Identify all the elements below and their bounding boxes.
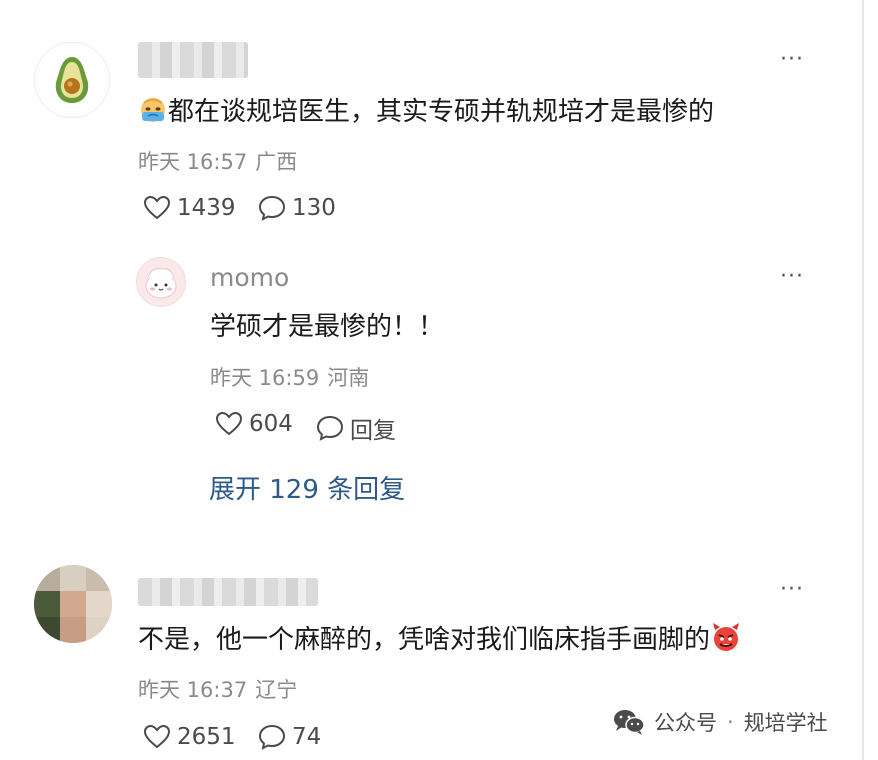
more-options-button[interactable]: ··· [780,266,804,288]
expand-replies-link[interactable]: 展开 129 条回复 [209,473,405,507]
reply-time: 昨天 16:59 [210,366,320,390]
comment-location: 广西 [255,150,298,174]
more-options-button[interactable]: ··· [780,579,804,601]
wechat-icon [614,710,645,735]
like-button[interactable]: 604 [215,411,293,437]
reply-button[interactable]: 130 [258,195,336,221]
like-button[interactable]: 2651 [143,724,236,750]
heart-icon [143,724,171,749]
comment-bubble-icon [258,724,286,750]
reply-button[interactable]: 74 [258,724,321,750]
comment-text: 不是，他一个麻醉的，凭啥对我们临床指手画脚的 [138,622,742,661]
reply-username[interactable]: momo [210,263,289,293]
cute-character-icon [145,268,177,299]
comment-text: 都在谈规培医生，其实专硕并轨规培才是最惨的 [138,94,714,133]
watermark-separator: · [727,710,734,734]
pixelated-photo-icon [34,565,112,643]
heart-icon [143,195,171,220]
reply-meta: 昨天 16:59 河南 [210,365,369,391]
reply-text: 学硕才是最惨的！！ [210,312,445,342]
comment-time: 昨天 16:57 [138,150,248,174]
comment-bubble-icon [258,195,286,221]
comment-location: 辽宁 [255,678,298,702]
blurred-username [138,42,248,78]
like-button[interactable]: 1439 [143,195,236,221]
avocado-icon [55,57,89,103]
reply-button[interactable]: 回复 [316,411,396,445]
reply-label: 回复 [350,418,396,444]
like-count: 2651 [177,724,236,750]
watermark-account: 规培学社 [743,711,828,735]
heart-icon [215,411,243,436]
comment-body: 不是，他一个麻醉的，凭啥对我们临床指手画脚的 [138,625,711,655]
wechat-watermark: 公众号 · 规培学社 [612,707,828,737]
blurred-username [138,578,318,606]
angry-devil-emoji-icon [710,622,742,661]
comment-time: 昨天 16:37 [138,678,248,702]
momo-avatar[interactable] [136,257,186,307]
comment-meta: 昨天 16:57 广西 [138,149,297,175]
reply-count: 130 [292,195,336,221]
comment-bubble-icon [316,415,344,441]
scrollbar[interactable] [862,0,864,760]
more-options-button[interactable]: ··· [780,49,804,71]
comment-meta: 昨天 16:37 辽宁 [138,677,297,703]
like-count: 604 [249,411,293,437]
reply-location: 河南 [327,366,370,390]
watermark-source: 公众号 [654,711,717,735]
crying-face-emoji-icon [138,94,168,133]
avocado-avatar[interactable] [34,42,110,118]
comment-body: 都在谈规培医生，其实专硕并轨规培才是最惨的 [168,97,715,127]
reply-count: 74 [292,724,322,750]
blurred-avatar[interactable] [34,565,112,643]
like-count: 1439 [177,195,236,221]
